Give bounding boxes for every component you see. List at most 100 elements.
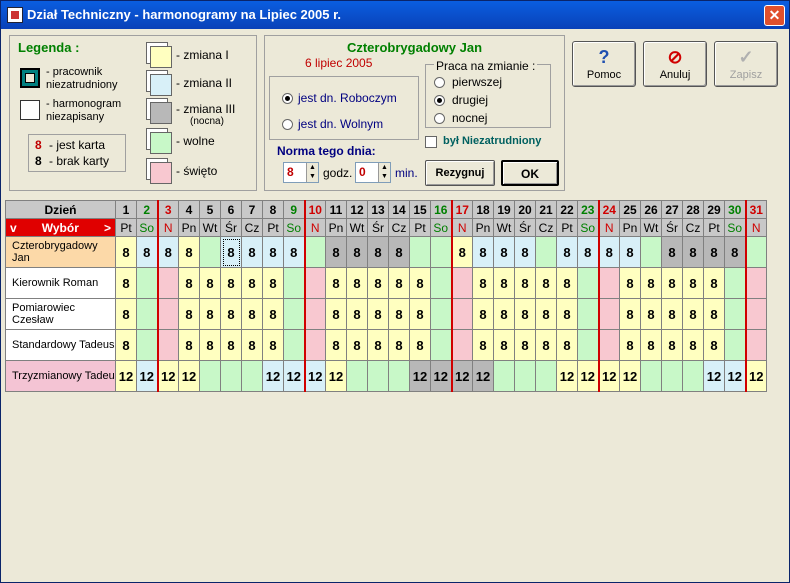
schedule-cell[interactable]: 12 — [597, 360, 620, 392]
schedule-cell[interactable]: 8 — [661, 236, 683, 268]
schedule-cell[interactable]: 12 — [703, 360, 725, 392]
day-number-28[interactable]: 28 — [682, 200, 704, 219]
schedule-cell[interactable] — [640, 236, 662, 268]
schedule-cell[interactable] — [283, 298, 305, 330]
schedule-cell[interactable]: 8 — [241, 329, 263, 361]
schedule-cell[interactable]: 8 — [220, 329, 242, 361]
schedule-cell[interactable]: 8 — [325, 267, 347, 299]
day-number-6[interactable]: 6 — [220, 200, 242, 219]
schedule-cell[interactable] — [367, 360, 389, 392]
schedule-cell[interactable] — [303, 329, 326, 361]
schedule-cell[interactable]: 12 — [430, 360, 452, 392]
day-number-14[interactable]: 14 — [388, 200, 410, 219]
schedule-cell[interactable] — [409, 236, 431, 268]
schedule-cell[interactable]: 8 — [472, 267, 494, 299]
schedule-cell[interactable] — [514, 360, 536, 392]
shift-first-label[interactable]: pierwszej — [452, 75, 502, 89]
schedule-cell[interactable]: 8 — [619, 267, 641, 299]
schedule-cell[interactable]: 8 — [409, 329, 431, 361]
schedule-cell[interactable]: 8 — [156, 236, 179, 268]
schedule-cell[interactable] — [450, 298, 473, 330]
schedule-cell[interactable] — [597, 267, 620, 299]
schedule-cell[interactable]: 8 — [241, 267, 263, 299]
schedule-cell[interactable]: 8 — [661, 267, 683, 299]
schedule-cell[interactable]: 8 — [640, 298, 662, 330]
shift-night-radio[interactable] — [434, 113, 445, 124]
hours-spin-arrows[interactable]: ▲ ▼ — [306, 163, 318, 182]
schedule-cell[interactable]: 8 — [388, 236, 410, 268]
schedule-cell[interactable]: 8 — [409, 298, 431, 330]
schedule-cell[interactable]: 12 — [619, 360, 641, 392]
schedule-cell[interactable] — [450, 267, 473, 299]
shift-second-radio[interactable] — [434, 95, 445, 106]
schedule-cell[interactable]: 8 — [682, 329, 704, 361]
day-number-20[interactable]: 20 — [514, 200, 536, 219]
schedule-cell[interactable] — [430, 267, 452, 299]
schedule-cell[interactable]: 8 — [262, 329, 284, 361]
day-number-16[interactable]: 16 — [430, 200, 452, 219]
schedule-cell[interactable] — [136, 267, 158, 299]
schedule-cell[interactable]: 8 — [325, 236, 347, 268]
day-number-5[interactable]: 5 — [199, 200, 221, 219]
schedule-cell[interactable]: 8 — [262, 298, 284, 330]
schedule-cell[interactable]: 12 — [450, 360, 473, 392]
minutes-spinner[interactable]: 0 ▲ ▼ — [355, 162, 391, 183]
shift-first-radio[interactable] — [434, 77, 445, 88]
schedule-cell[interactable]: 8 — [640, 329, 662, 361]
schedule-cell[interactable] — [744, 267, 767, 299]
schedule-cell[interactable] — [136, 329, 158, 361]
day-number-10[interactable]: 10 — [303, 200, 326, 219]
schedule-cell[interactable]: 8 — [283, 236, 305, 268]
schedule-cell[interactable]: 8 — [703, 267, 725, 299]
schedule-cell[interactable] — [493, 360, 515, 392]
schedule-cell[interactable]: 8 — [703, 298, 725, 330]
schedule-cell[interactable] — [283, 267, 305, 299]
employee-row-name[interactable]: Standardowy Tadeus — [5, 329, 116, 361]
schedule-cell[interactable]: 8 — [388, 329, 410, 361]
schedule-cell[interactable]: 8 — [703, 236, 725, 268]
unemployed-checkbox[interactable] — [425, 136, 437, 148]
schedule-cell[interactable]: 8 — [199, 267, 221, 299]
schedule-cell[interactable]: 8 — [346, 236, 368, 268]
schedule-cell[interactable]: 8 — [367, 298, 389, 330]
schedule-cell[interactable] — [199, 236, 221, 268]
schedule-cell[interactable]: 8 — [493, 267, 515, 299]
day-number-22[interactable]: 22 — [556, 200, 578, 219]
schedule-cell[interactable] — [535, 236, 557, 268]
schedule-cell[interactable]: 8 — [493, 298, 515, 330]
schedule-cell[interactable] — [597, 298, 620, 330]
day-number-13[interactable]: 13 — [367, 200, 389, 219]
schedule-cell[interactable]: 8 — [136, 236, 158, 268]
schedule-cell[interactable] — [283, 329, 305, 361]
schedule-cell[interactable]: 12 — [556, 360, 578, 392]
schedule-cell[interactable]: 8 — [619, 329, 641, 361]
schedule-cell[interactable] — [744, 298, 767, 330]
schedule-cell[interactable]: 8 — [115, 329, 137, 361]
schedule-cell[interactable]: 8 — [346, 298, 368, 330]
cancel-button[interactable]: ⊘ Anuluj — [643, 41, 707, 87]
schedule-cell[interactable] — [241, 360, 263, 392]
workday-radio[interactable] — [282, 93, 293, 104]
day-number-25[interactable]: 25 — [619, 200, 641, 219]
schedule-cell[interactable]: 12 — [156, 360, 179, 392]
schedule-cell[interactable] — [661, 360, 683, 392]
employee-row-name[interactable]: Czterobrygadowy Jan — [5, 236, 116, 268]
schedule-cell[interactable]: 12 — [325, 360, 347, 392]
schedule-cell[interactable]: 8 — [472, 329, 494, 361]
schedule-cell[interactable]: 8 — [346, 267, 368, 299]
day-number-15[interactable]: 15 — [409, 200, 431, 219]
schedule-cell[interactable] — [724, 267, 746, 299]
schedule-cell[interactable] — [744, 236, 767, 268]
schedule-cell[interactable] — [577, 267, 599, 299]
schedule-cell[interactable] — [303, 236, 326, 268]
schedule-cell[interactable]: 8 — [178, 298, 200, 330]
schedule-cell[interactable] — [535, 360, 557, 392]
schedule-cell[interactable] — [303, 298, 326, 330]
schedule-cell[interactable] — [682, 360, 704, 392]
day-number-24[interactable]: 24 — [597, 200, 620, 219]
employee-row-name[interactable]: Kierownik Roman — [5, 267, 116, 299]
schedule-cell[interactable]: 12 — [136, 360, 158, 392]
day-number-27[interactable]: 27 — [661, 200, 683, 219]
select-header[interactable]: v Wybór > — [5, 218, 116, 237]
schedule-cell[interactable]: 12 — [409, 360, 431, 392]
